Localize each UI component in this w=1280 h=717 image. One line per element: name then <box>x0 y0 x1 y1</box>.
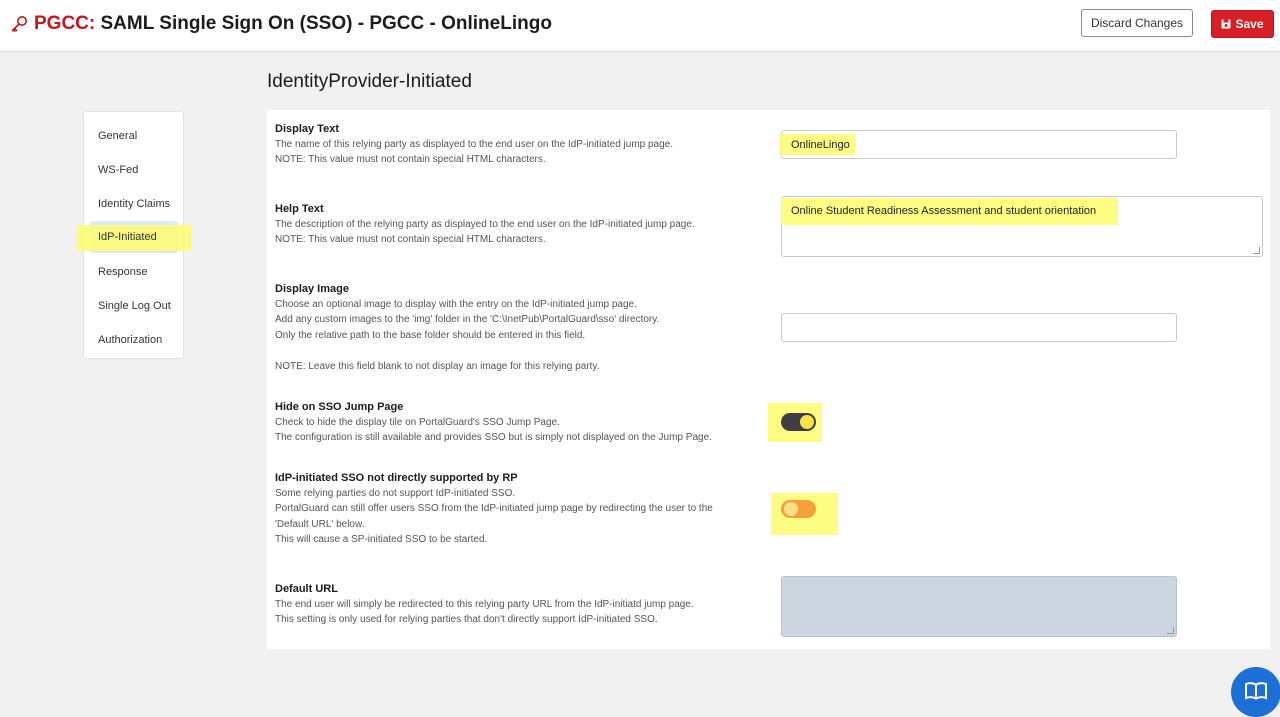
resize-grip-icon[interactable] <box>1167 627 1174 634</box>
page-title: PGCC: SAML Single Sign On (SSO) - PGCC -… <box>34 13 552 35</box>
toggle-knob <box>800 415 814 429</box>
sidebar-item-identity-claims[interactable]: Identity Claims <box>98 198 170 210</box>
help-text-label: Help Text <box>275 203 324 215</box>
display-image-desc-4: NOTE: Leave this field blank to not disp… <box>275 361 600 372</box>
idp-not-supported-desc-3: 'Default URL' below. <box>275 519 365 530</box>
hide-on-jump-label: Hide on SSO Jump Page <box>275 401 404 413</box>
sidebar-item-idp-initiated[interactable]: IdP-Initiated <box>98 231 157 243</box>
default-url-desc-2: This setting is only used for relying pa… <box>275 614 658 625</box>
save-icon <box>1221 19 1231 29</box>
help-text-value: Online Student Readiness Assessment and … <box>791 205 1097 217</box>
idp-not-supported-label: IdP-initiated SSO not directly supported… <box>275 472 518 484</box>
display-text-desc-1: The name of this relying party as displa… <box>275 139 674 150</box>
sidebar-item-response[interactable]: Response <box>98 266 148 278</box>
sidebar-item-general[interactable]: General <box>98 130 137 142</box>
idp-not-supported-desc-4: This will cause a SP-initiated SSO to be… <box>275 534 488 545</box>
idp-not-supported-toggle[interactable] <box>781 500 816 518</box>
display-text-label: Display Text <box>275 123 339 135</box>
book-icon <box>1245 682 1267 700</box>
hide-on-jump-desc-2: The configuration is still available and… <box>275 432 712 443</box>
default-url-desc-1: The end user will simply be redirected t… <box>275 599 694 610</box>
key-icon <box>11 16 27 32</box>
hide-on-jump-toggle[interactable] <box>781 413 816 431</box>
display-image-input[interactable] <box>781 313 1177 342</box>
help-text-desc-1: The description of the relying party as … <box>275 219 695 230</box>
section-title: IdentityProvider-Initiated <box>267 71 472 92</box>
save-button[interactable]: Save <box>1211 10 1274 38</box>
resize-grip-icon[interactable] <box>1253 247 1260 254</box>
display-image-desc-3: Only the relative path to the base folde… <box>275 330 586 341</box>
toggle-knob <box>784 502 798 516</box>
discard-changes-label: Discard Changes <box>1090 16 1184 30</box>
sidebar-item-single-log-out[interactable]: Single Log Out <box>98 300 171 312</box>
discard-changes-button[interactable]: Discard Changes <box>1081 9 1193 37</box>
help-text-desc-2: NOTE: This value must not contain specia… <box>275 234 546 245</box>
help-button[interactable] <box>1231 667 1280 717</box>
display-image-desc-2: Add any custom images to the 'img' folde… <box>275 314 660 325</box>
display-image-label: Display Image <box>275 283 349 295</box>
sidebar-item-authorization[interactable]: Authorization <box>98 334 162 346</box>
title-prefix: PGCC: <box>34 13 96 34</box>
display-text-desc-2: NOTE: This value must not contain specia… <box>275 154 546 165</box>
display-image-desc-1: Choose an optional image to display with… <box>275 299 637 310</box>
top-bar: PGCC: SAML Single Sign On (SSO) - PGCC -… <box>0 0 1280 52</box>
default-url-textarea[interactable] <box>781 576 1177 637</box>
idp-not-supported-desc-1: Some relying parties do not support IdP-… <box>275 488 516 499</box>
display-text-value: OnlineLingo <box>791 139 850 151</box>
default-url-label: Default URL <box>275 583 338 595</box>
idp-not-supported-desc-2: PortalGuard can still offer users SSO fr… <box>275 503 713 514</box>
save-label: Save <box>1235 17 1264 31</box>
title-main: SAML Single Sign On (SSO) - PGCC - Onlin… <box>95 13 552 34</box>
settings-panel <box>267 110 1270 649</box>
hide-on-jump-desc-1: Check to hide the display tile on Portal… <box>275 417 560 428</box>
sidebar-item-ws-fed[interactable]: WS-Fed <box>98 164 138 176</box>
